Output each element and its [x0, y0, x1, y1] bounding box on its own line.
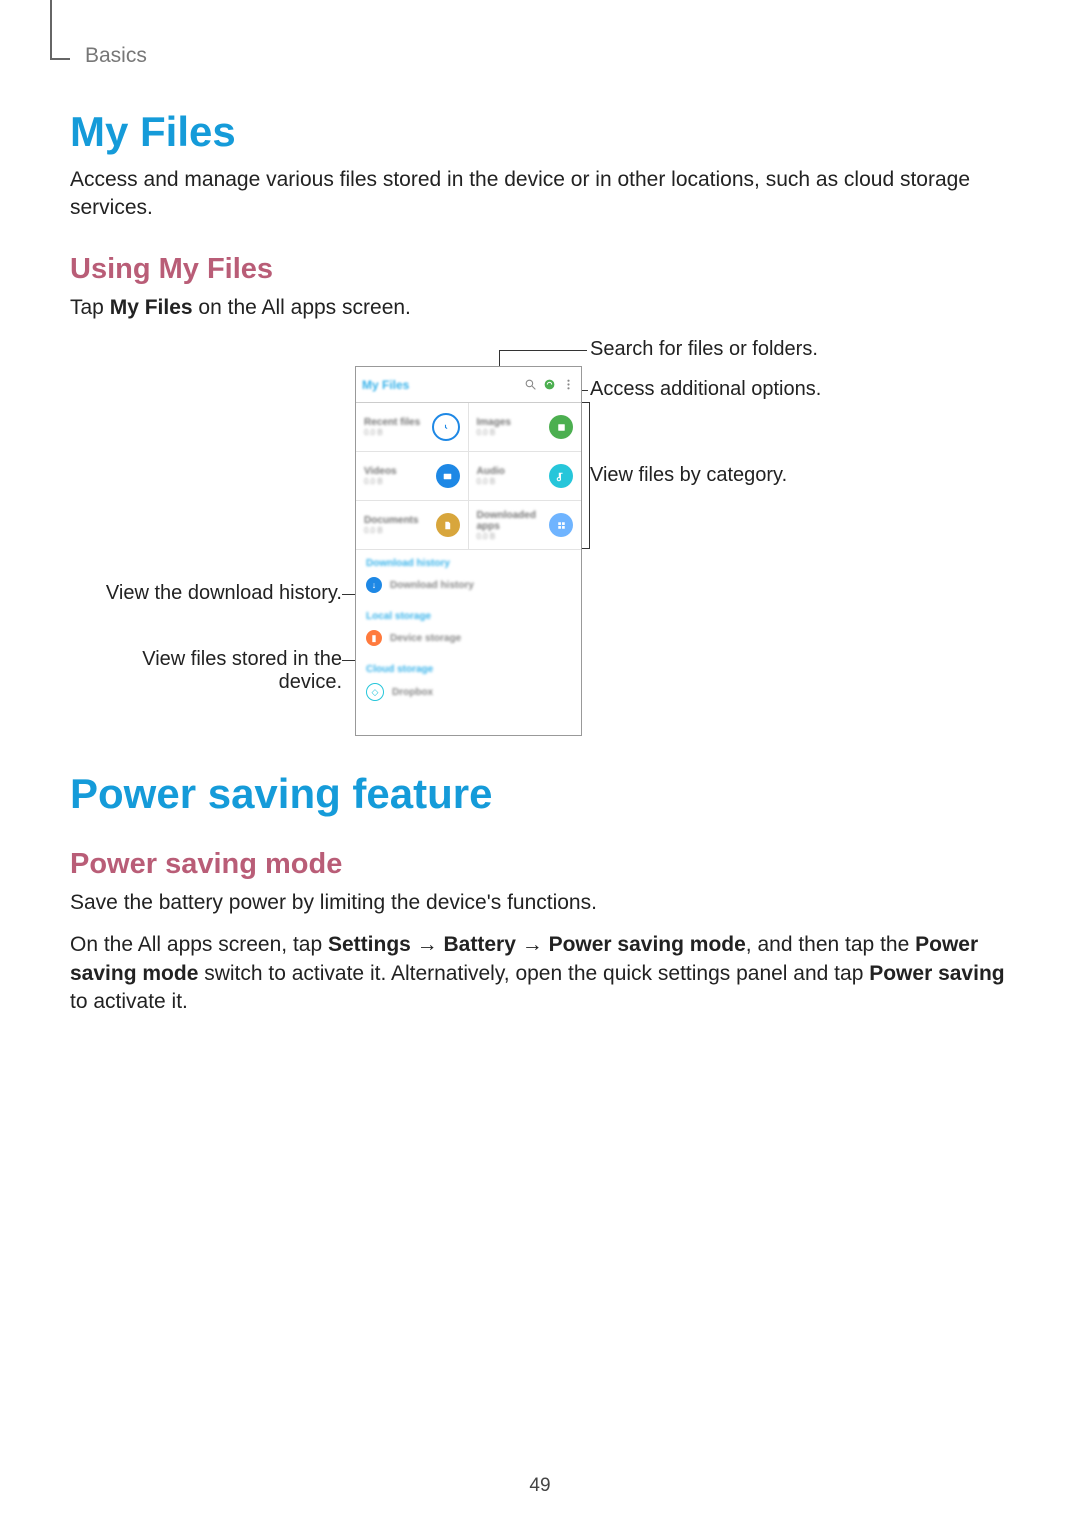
app-title: My Files: [362, 378, 518, 392]
heading-power-saving-mode: Power saving mode: [70, 848, 1010, 881]
callout-category: View files by category.: [590, 464, 787, 487]
callout-download-history: View the download history.: [82, 582, 342, 605]
video-icon: [436, 464, 460, 488]
device-icon: ▮: [366, 630, 382, 646]
category-grid: Recent files0.0 B Images0.0 B Videos0.0 …: [356, 403, 581, 550]
page-corner-mark: [50, 0, 52, 60]
leader-line: [499, 350, 587, 351]
tile-images[interactable]: Images0.0 B: [469, 403, 582, 452]
heading-using-my-files: Using My Files: [70, 253, 1010, 286]
heading-my-files: My Files: [70, 108, 1010, 156]
row-dropbox[interactable]: ◇Dropbox: [356, 679, 581, 711]
clock-icon: [432, 413, 460, 441]
apps-icon: [549, 513, 573, 537]
callout-search: Search for files or folders.: [590, 338, 818, 361]
document-icon: [436, 513, 460, 537]
bracket-category: [581, 402, 590, 549]
my-files-desc: Access and manage various files stored i…: [70, 166, 1010, 223]
section-local-storage: Local storage ▮Device storage: [356, 603, 581, 656]
row-device-storage[interactable]: ▮Device storage: [356, 626, 581, 656]
tile-recent[interactable]: Recent files0.0 B: [356, 403, 469, 452]
tile-videos[interactable]: Videos0.0 B: [356, 452, 469, 501]
psm-steps: On the All apps screen, tap Settings → B…: [70, 931, 1010, 1016]
more-icon[interactable]: [562, 378, 575, 391]
psm-desc: Save the battery power by limiting the d…: [70, 889, 1010, 917]
callout-options: Access additional options.: [590, 378, 821, 401]
row-download-history[interactable]: ↓Download history: [356, 573, 581, 603]
callout-device-storage: View files stored in the device.: [82, 648, 342, 694]
tile-downloaded-apps[interactable]: Downloaded apps0.0 B: [469, 501, 582, 550]
dropbox-icon: ◇: [366, 683, 384, 701]
download-icon: ↓: [366, 577, 382, 593]
breadcrumb: Basics: [85, 44, 1010, 68]
manual-page: Basics My Files Access and manage variou…: [0, 0, 1080, 1527]
page-number: 49: [0, 1475, 1080, 1497]
storage-icon[interactable]: [543, 378, 556, 391]
section-cloud-storage: Cloud storage ◇Dropbox: [356, 656, 581, 711]
audio-icon: [549, 464, 573, 488]
search-icon[interactable]: [524, 378, 537, 391]
tile-documents[interactable]: Documents0.0 B: [356, 501, 469, 550]
my-files-figure: Search for files or folders. Access addi…: [70, 336, 1010, 746]
tap-instruction: Tap My Files on the All apps screen.: [70, 294, 1010, 322]
heading-power-saving: Power saving feature: [70, 770, 1010, 818]
section-download-history: Download history ↓Download history: [356, 550, 581, 603]
phone-screenshot: My Files Recent files0.0 B Images0.0 B V…: [355, 366, 582, 736]
image-icon: [549, 415, 573, 439]
tile-audio[interactable]: Audio0.0 B: [469, 452, 582, 501]
